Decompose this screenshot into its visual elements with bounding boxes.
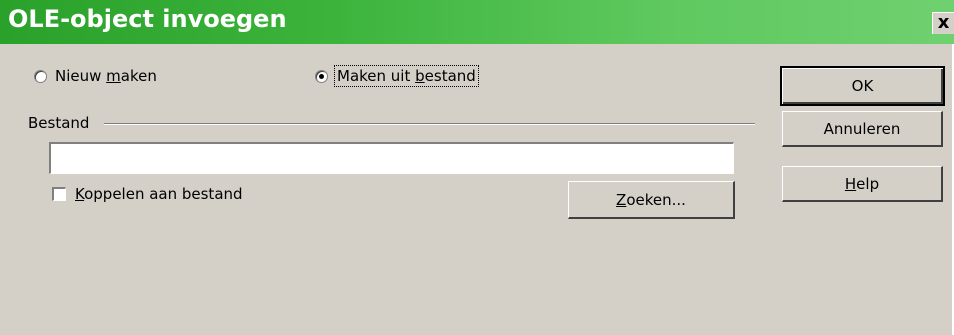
help-button[interactable]: Help	[782, 166, 943, 202]
close-icon: x	[937, 12, 950, 33]
cancel-button[interactable]: Annuleren	[782, 111, 943, 147]
checkbox-label: Koppelen aan bestand	[75, 185, 243, 203]
browse-button-label: Zoeken...	[616, 190, 686, 209]
link-to-file-checkbox[interactable]: Koppelen aan bestand	[52, 185, 243, 203]
radio-new-label: Nieuw maken	[55, 67, 157, 85]
dialog-title: OLE-object invoegen	[8, 5, 287, 33]
ok-button[interactable]: OK	[780, 66, 945, 106]
close-button[interactable]: x	[932, 12, 954, 34]
cancel-button-label: Annuleren	[823, 119, 901, 138]
browse-button[interactable]: Zoeken...	[568, 181, 735, 219]
ok-button-label: OK	[851, 77, 874, 95]
group-divider	[104, 123, 755, 125]
title-bar: OLE-object invoegen x	[0, 0, 954, 44]
radio-selected-dot	[319, 73, 324, 79]
help-button-label: Help	[844, 174, 880, 193]
checkbox-box[interactable]	[52, 187, 66, 201]
radio-from-file-indicator[interactable]	[315, 69, 328, 83]
radio-from-file-label: Maken uit bestand	[334, 65, 479, 87]
radio-new-indicator[interactable]	[34, 69, 47, 83]
radio-from-file[interactable]: Maken uit bestand	[315, 65, 479, 87]
file-group-label: Bestand	[28, 114, 90, 132]
radio-new[interactable]: Nieuw maken	[34, 67, 157, 85]
file-path-input[interactable]	[49, 142, 734, 174]
